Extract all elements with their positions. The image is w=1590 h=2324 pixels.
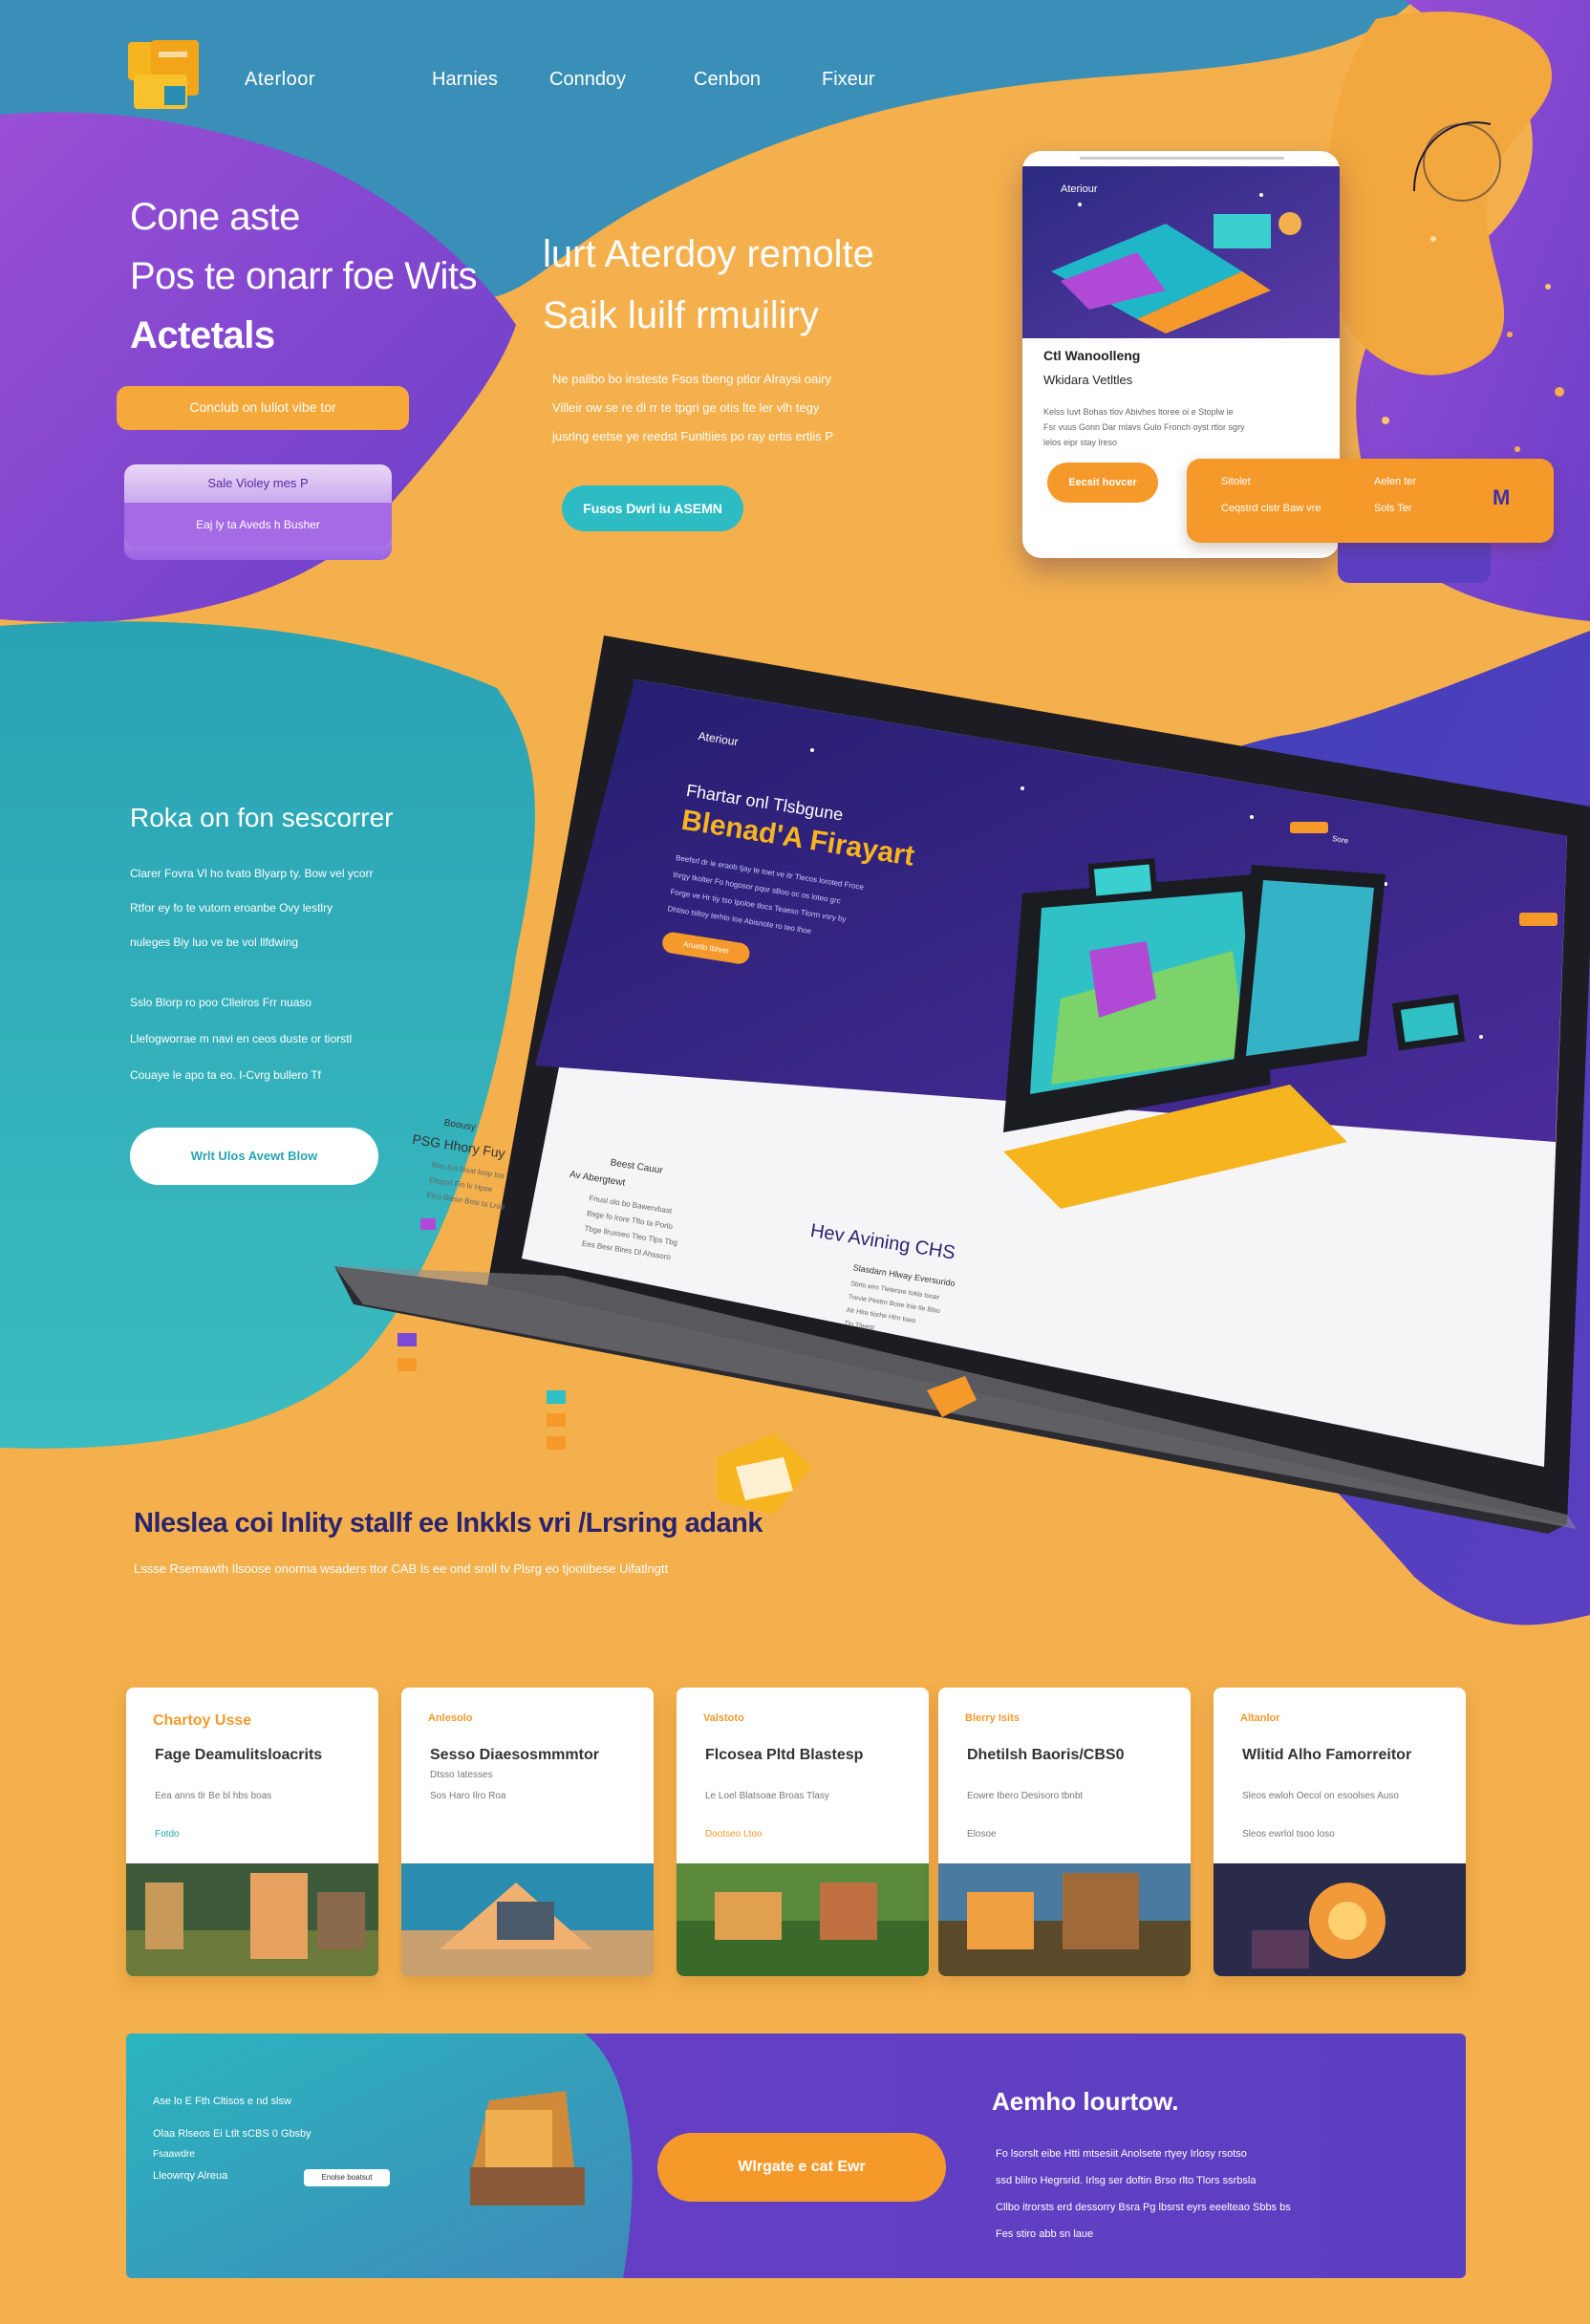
card-image: [677, 1863, 929, 1976]
phone-button[interactable]: Eecsit hovcer: [1047, 463, 1158, 503]
banner-right-line: ssd blilro Hegrsrid. Irlsg ser doftin Br…: [996, 2175, 1257, 2186]
hero-mini-card: Sale Violey mes P Eaj ly ta Aveds h Bush…: [124, 464, 392, 560]
card-meta: Fotdo: [155, 1829, 180, 1840]
card-title: Fage Deamulitsloacrits: [155, 1747, 323, 1763]
laptop-frame: [334, 635, 1590, 1534]
banner-left-pill[interactable]: Enolse boatsut: [304, 2169, 390, 2186]
mini-card-line2[interactable]: Eaj ly ta Aveds h Busher: [124, 503, 392, 547]
header: Aterloor Harnies Conndoy Cenbon Fixeur: [0, 0, 1590, 162]
card-image: [126, 1863, 378, 1976]
hero-subtitle-line: lurt Aterdoy remolte: [543, 233, 874, 275]
banner-right-line: Cllbo itrorsts erd dessorry Bsra Pg lbsr…: [996, 2202, 1291, 2213]
card-meta: Sos Haro Ilro Roa: [430, 1791, 506, 1801]
card-desc: Sleos ewloh Oecol on esoolses Auso: [1242, 1791, 1399, 1801]
hero-para-line: jusrlng eetse ye reedst Funltiies po ray…: [552, 429, 834, 443]
phone-desc-line: lelos eipr stay lreso: [1043, 438, 1118, 447]
card-desc: Le Loel Blatsoae Broas Tlasy: [705, 1791, 829, 1801]
phone-title: Ctl Wanoolleng: [1043, 348, 1141, 363]
card-image: [938, 1863, 1191, 1976]
promo-right-line1: Aelen ter: [1374, 476, 1417, 487]
card-desc: Eea anns tlr Be bl hbs boas: [155, 1791, 272, 1801]
promo-right-line2: Sols Ter: [1374, 503, 1412, 514]
promo-left-line1: Sitolet: [1221, 476, 1251, 487]
card-image: [401, 1863, 654, 1976]
feature-card[interactable]: Altanlor Wlitid Alho Famorreitor Sleos e…: [1214, 1688, 1466, 1976]
promo-card[interactable]: Sitolet Ceqstrd clstr Baw vre Aelen ter …: [1187, 459, 1554, 543]
hero-title: Cone aste Pos te onarr foe Wits Actetals: [130, 187, 531, 365]
nav-item-fixeur[interactable]: Fixeur: [822, 69, 875, 91]
banner-right-title: Aemho lourtow.: [992, 2087, 1179, 2116]
card-tag: Chartoy Usse: [153, 1712, 252, 1729]
phone-brand[interactable]: Ateriour: [1061, 183, 1098, 195]
hero-paragraph: Ne pallbo bo insteste Fsos tbeng ptlor A…: [552, 365, 954, 451]
card-tag: Altanlor: [1240, 1712, 1280, 1724]
features-subtitle: Lssse Rsemawth Ilsoose onorma wsaders tt…: [134, 1561, 669, 1576]
features-title: Nleslea coi lnlity stallf ee lnkkls vri …: [134, 1508, 763, 1539]
hero-title-line: Cone aste: [130, 196, 300, 238]
card-meta: Sleos ewrlol tsoo loso: [1242, 1829, 1335, 1840]
logo-icon[interactable]: [120, 32, 210, 122]
feature-card[interactable]: Anlesolo Sesso Diaesosmmmtor Dtsso Iates…: [401, 1688, 654, 1976]
banner-left-line: Olaa Rlseos Ei Ltlt sCBS 0 Gbsby: [153, 2128, 312, 2140]
banner-left-line: Ase lo E Fth Cltisos e nd slsw: [153, 2096, 291, 2107]
feature-card[interactable]: Chartoy Usse Fage Deamulitsloacrits Eea …: [126, 1688, 378, 1976]
card-title: Dhetilsh Baoris/CBS0: [967, 1747, 1125, 1763]
hero-para-line: Ne pallbo bo insteste Fsos tbeng ptlor A…: [552, 372, 831, 386]
card-meta: Elosoe: [967, 1829, 997, 1840]
nav-item-cenbon[interactable]: Cenbon: [694, 69, 761, 91]
phone-desc-line: Fsr vuus Gonn Dar mlavs Gulo Fronch oyst…: [1043, 422, 1245, 432]
hero-tag-pill[interactable]: Conclub on luliot vibe tor: [117, 386, 409, 430]
card-desc: Dtsso Iatesses: [430, 1770, 493, 1780]
brand-name[interactable]: Aterloor: [245, 69, 315, 91]
mini-card-line1: Sale Violey mes P: [207, 476, 309, 490]
feature-card[interactable]: Valstoto Flcosea Pltd Blastesp Le Loel B…: [677, 1688, 929, 1976]
card-title: Wlitid Alho Famorreitor: [1242, 1747, 1412, 1763]
card-title: Flcosea Pltd Blastesp: [705, 1747, 864, 1763]
card-title: Sesso Diaesosmmmtor: [430, 1747, 599, 1763]
card-meta: Dootseo Ltoo: [705, 1829, 763, 1840]
feature-card[interactable]: Blerry Isits Dhetilsh Baoris/CBS0 Eowre …: [938, 1688, 1191, 1976]
banner-left-line: Fsaawdre: [153, 2149, 195, 2160]
banner-right-line: Fes stiro abb sn laue: [996, 2228, 1094, 2240]
hero-subtitle-line: Saik luilf rmuiliry: [543, 294, 819, 336]
promo-left-line2: Ceqstrd clstr Baw vre: [1221, 503, 1321, 514]
card-tag: Blerry Isits: [965, 1712, 1020, 1724]
phone-subtitle: Wkidara Vetltles: [1043, 373, 1133, 387]
cta-banner: Ase lo E Fth Cltisos e nd slsw Olaa Rlse…: [126, 2034, 1466, 2278]
phone-desc-line: Kelss Iuvt Bohas tlov Abivhes ltoree oi …: [1043, 407, 1234, 417]
hero-title-line: Actetals: [130, 314, 275, 356]
nav-item-conndoy[interactable]: Conndoy: [549, 69, 626, 91]
promo-icon: M: [1493, 485, 1511, 509]
card-image: [1214, 1863, 1466, 1976]
nav-item-harnies[interactable]: Harnies: [432, 69, 498, 91]
hero-cta-button[interactable]: Fusos Dwrl iu ASEMN: [562, 485, 743, 531]
hero-title-line: Pos te onarr foe Wits: [130, 255, 477, 297]
banner-cta-button[interactable]: Wlrgate e cat Ewr: [657, 2133, 946, 2202]
hero-para-line: Villeir ow se re dl rr te tpgri ge otis …: [552, 400, 820, 415]
laptop-mockup: Ateriour Fhartar onl Tlsbgune Blenad'A F…: [334, 635, 1590, 1534]
card-desc: Eowre Ibero Desisoro tbnbt: [967, 1791, 1084, 1801]
card-tag: Valstoto: [703, 1712, 744, 1724]
banner-right-text: Fo lsorslt eibe Htti mtsesiit Anolsete r…: [996, 2141, 1416, 2248]
hero-subtitle: lurt Aterdoy remolte Saik luilf rmuiliry: [543, 224, 992, 346]
phone-notch: [1080, 157, 1284, 160]
banner-right-line: Fo lsorslt eibe Htti mtsesiit Anolsete r…: [996, 2148, 1247, 2160]
card-tag: Anlesolo: [428, 1712, 473, 1724]
